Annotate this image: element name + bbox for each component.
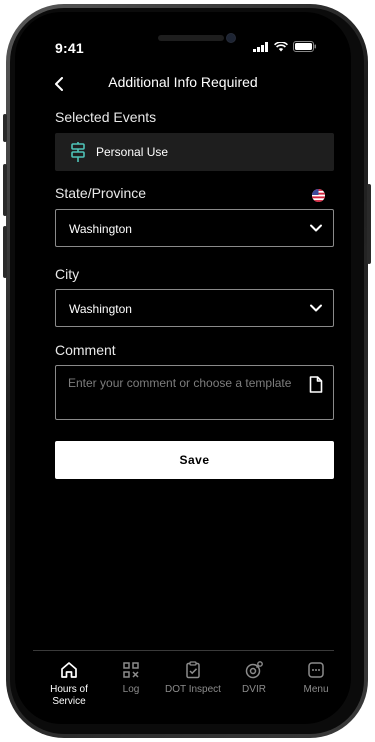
state-select[interactable]: Washington	[55, 209, 334, 247]
menu-icon	[308, 662, 324, 678]
phone-frame: 9:41 Additional Info Required Selected E…	[3, 4, 371, 738]
volume-down-button	[3, 226, 7, 278]
clipboard-check-icon	[186, 661, 200, 679]
status-bar: 9:41	[15, 12, 351, 72]
chevron-down-icon	[310, 304, 322, 312]
power-button	[367, 184, 371, 264]
home-icon	[61, 662, 77, 678]
selected-events-label: Selected Events	[55, 109, 157, 125]
status-time: 9:41	[55, 40, 84, 56]
state-province-label: State/Province	[55, 185, 147, 201]
comment-input[interactable]	[68, 376, 298, 412]
tab-label: DVIR	[242, 684, 266, 695]
page-title: Additional Info Required	[108, 74, 258, 90]
state-select-value: Washington	[69, 222, 132, 236]
city-select-value: Washington	[69, 302, 132, 316]
chevron-down-icon	[310, 224, 322, 232]
save-button[interactable]: Save	[55, 441, 334, 479]
wifi-icon	[274, 41, 288, 51]
front-camera	[226, 33, 236, 43]
volume-up-button	[3, 164, 7, 216]
us-flag-icon	[312, 189, 325, 202]
selected-event-label: Personal Use	[96, 145, 169, 159]
tire-wrench-icon	[245, 661, 263, 679]
tab-label: Log	[122, 684, 140, 695]
silent-switch	[3, 114, 7, 142]
comment-label: Comment	[55, 342, 116, 358]
selected-event-item: Personal Use	[55, 133, 334, 171]
road-sign-icon	[71, 142, 85, 162]
screen: 9:41 Additional Info Required Selected E…	[15, 12, 351, 724]
tab-label: Menu	[303, 684, 329, 695]
tab-log[interactable]: Log	[101, 651, 161, 711]
qr-code-icon	[123, 662, 139, 678]
cellular-signal-icon	[253, 41, 268, 52]
bottom-tab-bar: Hours of Service Log DOT Inspect DVIR Me…	[33, 650, 334, 724]
battery-icon	[293, 41, 316, 52]
comment-field[interactable]	[55, 365, 334, 420]
document-icon[interactable]	[309, 376, 323, 393]
status-icons	[253, 41, 317, 52]
city-label: City	[55, 266, 80, 282]
tab-dot-inspect[interactable]: DOT Inspect	[163, 651, 223, 711]
tab-menu[interactable]: Menu	[286, 651, 346, 711]
city-select[interactable]: Washington	[55, 289, 334, 327]
tab-label: DOT Inspect	[165, 684, 221, 695]
tab-dvir[interactable]: DVIR	[224, 651, 284, 711]
tab-label: Hours of Service	[50, 684, 88, 707]
tab-hours-of-service[interactable]: Hours of Service	[39, 651, 99, 711]
earpiece-speaker	[158, 35, 224, 41]
header: Additional Info Required	[15, 69, 351, 99]
